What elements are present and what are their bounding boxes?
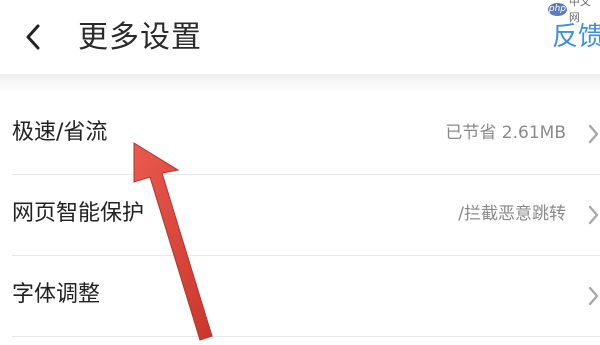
chevron-right-icon: [588, 286, 599, 306]
page-title: 更多设置: [78, 20, 202, 55]
settings-item-web-protection[interactable]: 网页智能保护 /拦截恶意跳转: [0, 175, 600, 255]
header-divider: [0, 74, 600, 94]
settings-item-font-size[interactable]: 字体调整: [0, 256, 600, 336]
settings-item-value: /拦截恶意跳转: [458, 204, 566, 224]
feedback-button[interactable]: 反馈: [552, 20, 600, 54]
chevron-right-icon: [588, 124, 599, 144]
watermark-logo: php: [548, 2, 567, 16]
watermark-text: 中文网: [568, 0, 591, 24]
settings-item-speed-saving[interactable]: 极速/省流 已节省 2.61MB: [0, 94, 600, 174]
top-bar: 更多设置 反馈 php 中文网: [0, 0, 600, 74]
back-button[interactable]: [18, 20, 48, 54]
watermark: php 中文网: [548, 0, 600, 24]
settings-item-label: 极速/省流: [12, 120, 108, 145]
settings-item-label: 网页智能保护: [12, 201, 145, 226]
chevron-right-icon: [588, 205, 599, 225]
chevron-left-icon: [26, 24, 40, 50]
row-divider: [12, 336, 600, 337]
settings-item-value: 已节省 2.61MB: [445, 123, 566, 143]
settings-item-label: 字体调整: [12, 282, 101, 307]
